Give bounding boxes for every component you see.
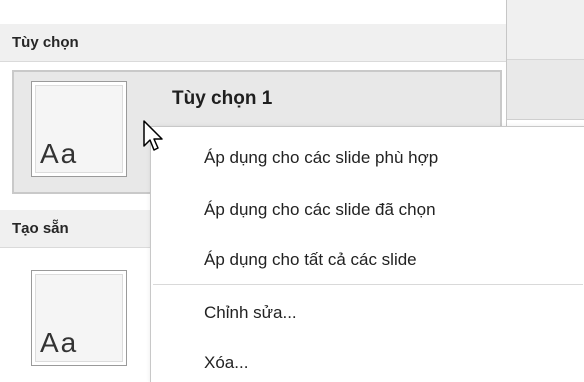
custom-theme-thumbnail[interactable]: Aa	[31, 81, 127, 177]
arrow-cursor-icon	[143, 120, 163, 151]
menu-item-edit[interactable]: Chỉnh sửa...	[151, 288, 584, 338]
menu-separator	[153, 284, 583, 285]
stage: Tùy chọn Aa Tùy chọn 1 Tạo sẵn Aa Áp dụn…	[0, 0, 584, 382]
custom-item-title: Tùy chọn 1	[172, 88, 273, 109]
menu-item-apply-all[interactable]: Áp dụng cho tất cả các slide	[151, 235, 584, 285]
builtin-theme-thumbnail[interactable]: Aa	[31, 270, 127, 366]
section-header-custom: Tùy chọn	[0, 24, 506, 62]
ribbon-background-lower	[507, 60, 584, 120]
ribbon-background	[507, 0, 584, 60]
thumbnail-label: Aa	[40, 138, 79, 169]
menu-item-apply-matching[interactable]: Áp dụng cho các slide phù hợp	[151, 133, 584, 183]
menu-item-apply-selected[interactable]: Áp dụng cho các slide đã chọn	[151, 185, 584, 235]
thumbnail-label: Aa	[40, 327, 79, 358]
context-menu: Áp dụng cho các slide phù hợp Áp dụng ch…	[150, 126, 584, 382]
menu-item-delete[interactable]: Xóa...	[151, 338, 584, 382]
